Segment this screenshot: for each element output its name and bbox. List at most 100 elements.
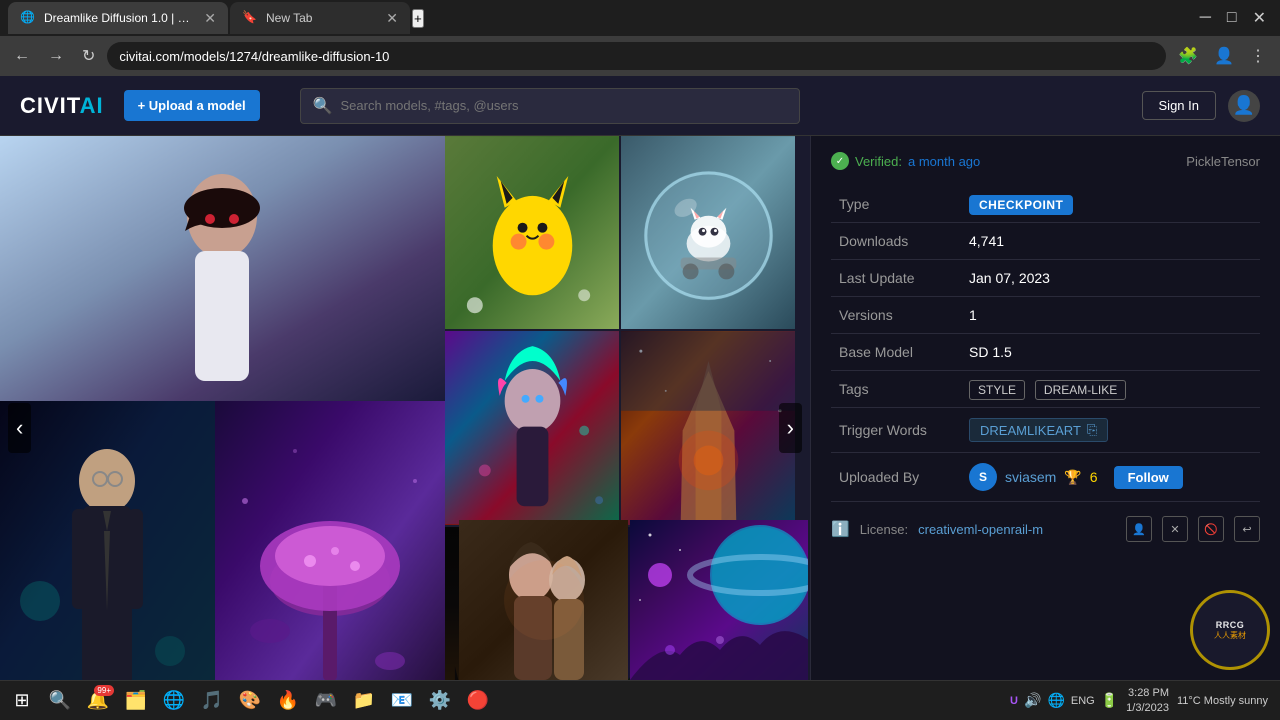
folder-icon: 📁 [353,690,375,711]
trigger-word-text: DREAMLIKEART [980,423,1081,438]
lic-cross-icon[interactable]: ✕ [1162,516,1188,542]
start-button[interactable]: ⊞ [4,683,40,719]
extensions-btn[interactable]: 🧩 [1172,42,1204,70]
downloads-value: 4,741 [961,223,1260,260]
lic-share-icon[interactable]: ↩ [1234,516,1260,542]
tab2-favicon: 🔖 [242,10,258,26]
grid-item-couple[interactable] [459,520,628,680]
grid-item-pikachu[interactable] [445,136,619,329]
user-avatar-icon[interactable]: 👤 [1228,90,1260,122]
tab-active[interactable]: 🌐 Dreamlike Diffusion 1.0 | Stable ... ✕ [8,2,228,34]
license-link[interactable]: creativeml-openrail-m [918,522,1043,537]
versions-row: Versions 1 [831,297,1260,334]
gallery-left-bottom [0,401,445,720]
taskbar: ⊞ 🔍 🔔 99+ 🗂️ 🌐 🎵 🎨 🔥 🎮 📁 [0,680,1280,720]
verified-time-link[interactable]: a month ago [908,154,980,169]
versions-label: Versions [831,297,961,334]
versions-value: 1 [961,297,1260,334]
volume-icon[interactable]: 🔊 [1024,692,1041,709]
taskbar-settings[interactable]: ⚙️ [422,683,458,719]
weather-text: 11°C Mostly sunny [1177,695,1268,707]
lic-no-icon[interactable]: 🚫 [1198,516,1224,542]
close-btn[interactable]: ✕ [1247,4,1272,32]
pikachu-image [445,136,619,329]
taskbar-music[interactable]: 🎵 [194,683,230,719]
downloads-row: Downloads 4,741 [831,223,1260,260]
clock-date: 1/3/2023 [1126,701,1169,715]
close-tab2-icon[interactable]: ✕ [386,10,398,27]
grid-item-cat[interactable] [621,136,795,329]
uploader-avatar: S [969,463,997,491]
music-icon: 🎵 [201,690,223,711]
taskbar-red-app[interactable]: 🔴 [460,683,496,719]
clock-time: 3:28 PM [1126,686,1169,700]
uploader-name[interactable]: sviasem [1005,469,1056,485]
mushroom-image[interactable] [215,401,445,720]
profile-btn[interactable]: 👤 [1208,42,1240,70]
taskbar-fire[interactable]: 🔥 [270,683,306,719]
lic-person-icon[interactable]: 👤 [1126,516,1152,542]
network-icon[interactable]: 🌐 [1047,692,1064,709]
pickletensor-label: PickleTensor [1186,154,1260,169]
grid-item-colorful-girl[interactable] [445,331,619,524]
taskbar-browser[interactable]: 🌐 [156,683,192,719]
udemy-icon[interactable]: U [1010,695,1018,707]
verified-badge: ✓ Verified: a month ago [831,152,980,170]
grid-item-space-planet[interactable] [630,520,808,680]
upload-model-button[interactable]: + Upload a model [124,90,260,121]
downloads-label: Downloads [831,223,961,260]
language-icon: ENG [1071,695,1095,707]
base-model-value: SD 1.5 [961,334,1260,371]
browser-toolbar: ← → ↻ 🧩 👤 ⋮ [0,36,1280,76]
man-suit-image[interactable] [0,401,215,720]
tags-label: Tags [831,371,961,408]
taskbar-game[interactable]: 🎮 [308,683,344,719]
game-icon: 🎮 [315,690,337,711]
copy-icon[interactable]: ⎘ [1087,422,1097,438]
tab-favicon: 🌐 [20,10,36,26]
tab-title: Dreamlike Diffusion 1.0 | Stable ... [44,11,196,25]
reload-btn[interactable]: ↻ [76,42,101,70]
browser-taskbar-icon: 🌐 [163,690,185,711]
maximize-btn[interactable]: □ [1221,5,1243,31]
taskbar-clock[interactable]: 3:28 PM 1/3/2023 [1126,686,1169,715]
tab-new-tab[interactable]: 🔖 New Tab ✕ [230,2,410,34]
paint-icon: 🎨 [239,690,261,711]
uploaded-by-value: S sviasem 🏆 6 Follow [961,453,1260,502]
taskbar-files[interactable]: 🗂️ [118,683,154,719]
weather-info: 11°C Mostly sunny [1177,695,1268,707]
menu-btn[interactable]: ⋮ [1244,42,1272,70]
minimize-btn[interactable]: ─ [1194,5,1217,31]
last-update-label: Last Update [831,260,961,297]
close-tab-icon[interactable]: ✕ [204,10,216,27]
uploaded-by-label: Uploaded By [831,453,961,502]
gallery-nav-right[interactable]: › [779,403,802,453]
settings-icon: ⚙️ [429,690,451,711]
sign-in-button[interactable]: Sign In [1142,91,1216,120]
verified-row: ✓ Verified: a month ago PickleTensor [831,152,1260,170]
taskbar-paint[interactable]: 🎨 [232,683,268,719]
grid-item-space-art[interactable] [621,331,795,524]
dreamlike-tag[interactable]: DREAM-LIKE [1035,380,1126,400]
gallery-img-top[interactable] [0,136,445,401]
anime-girl-image [0,136,445,401]
style-tag[interactable]: STYLE [969,380,1025,400]
toolbar-icons: 🧩 👤 ⋮ [1172,42,1272,70]
battery-icon: 🔋 [1101,692,1118,709]
search-input[interactable] [341,98,787,113]
gallery-nav-left[interactable]: ‹ [8,403,31,453]
taskbar-folder[interactable]: 📁 [346,683,382,719]
back-btn[interactable]: ← [8,43,36,69]
checkpoint-badge[interactable]: CHECKPOINT [969,195,1073,215]
address-bar[interactable] [107,42,1166,70]
taskbar-right: U 🔊 🌐 ENG 🔋 3:28 PM 1/3/2023 11°C Mostly… [1010,686,1276,715]
follow-button[interactable]: Follow [1114,466,1183,489]
watermark-circle: RRCG 人人素材 [1190,590,1270,670]
taskbar-search[interactable]: 🔍 [42,683,78,719]
trigger-words-label: Trigger Words [831,408,961,453]
tags-value: STYLE DREAM-LIKE [961,371,1260,408]
taskbar-notifications[interactable]: 🔔 99+ [80,683,116,719]
new-tab-button[interactable]: + [412,9,424,28]
forward-btn[interactable]: → [42,43,70,69]
taskbar-email[interactable]: 📧 [384,683,420,719]
